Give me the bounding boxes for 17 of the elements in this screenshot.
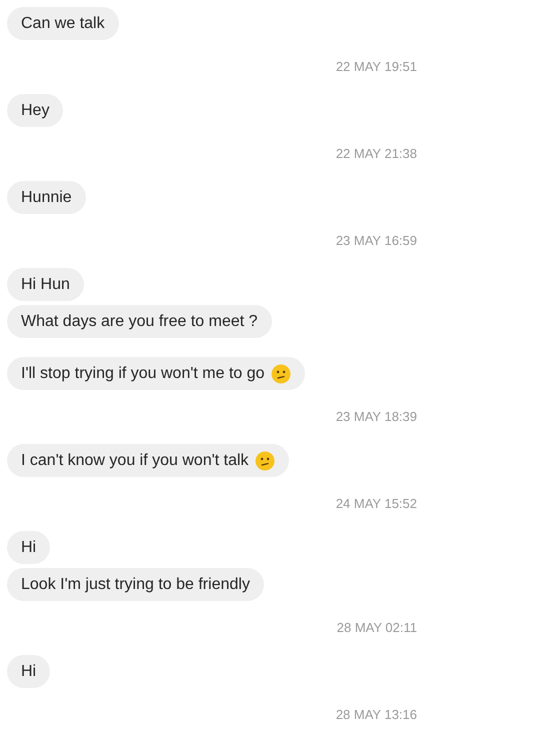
message-bubble: Can we talk: [7, 7, 119, 40]
message-bubble: Hey: [7, 94, 64, 127]
message-bubble: I'll stop trying if you won't me to go: [7, 357, 305, 390]
message-bubble: Hi: [7, 655, 50, 688]
message-bubble: Look I'm just trying to be friendly: [7, 568, 264, 601]
timestamp: 22 MAY 19:51: [336, 59, 417, 75]
timestamp: 23 MAY 16:59: [336, 233, 417, 249]
message-bubble: I can't know you if you won't talk: [7, 444, 289, 477]
message-bubble: What days are you free to meet ?: [7, 305, 272, 338]
message-bubble: Hi Hun: [7, 268, 84, 301]
timestamp: 28 MAY 02:11: [336, 620, 417, 636]
message-bubble: Hi: [7, 531, 50, 564]
timestamp: 24 MAY 15:52: [336, 496, 417, 512]
timestamp: 22 MAY 21:38: [336, 146, 417, 162]
message-bubble: Hunnie: [7, 181, 86, 214]
timestamp: 28 MAY 13:16: [336, 707, 417, 723]
timestamp: 23 MAY 18:39: [336, 409, 417, 425]
